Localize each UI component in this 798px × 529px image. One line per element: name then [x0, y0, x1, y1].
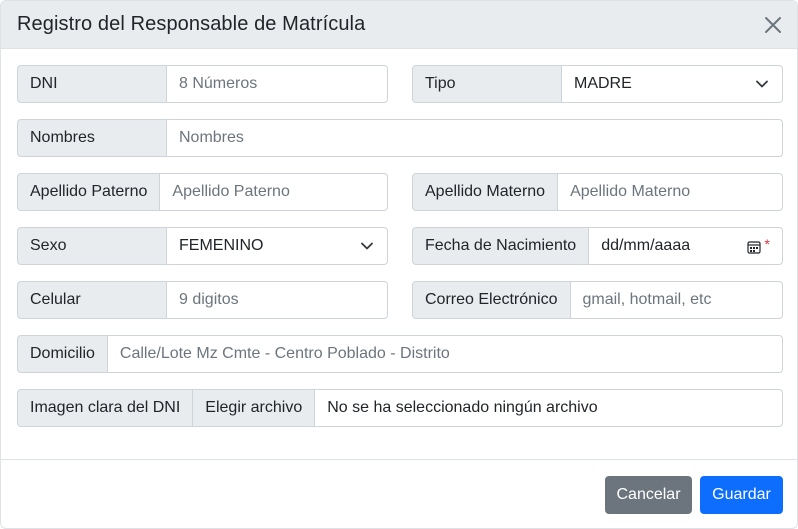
fecha-nacimiento-label: Fecha de Nacimiento [412, 227, 590, 265]
dni-placeholder: 8 Números [179, 75, 258, 92]
sexo-select[interactable]: FEMENINO [167, 227, 388, 265]
celular-group: Celular 9 digitos [17, 281, 388, 319]
calendar-icon[interactable] [747, 240, 761, 254]
tipo-group: Tipo MADRE [412, 65, 783, 103]
fecha-nacimiento-input[interactable]: dd/mm/aaaa * [589, 227, 783, 265]
correo-label: Correo Electrónico [412, 281, 571, 319]
apellido-materno-label: Apellido Materno [412, 173, 559, 211]
correo-placeholder: gmail, hotmail, etc [582, 291, 712, 308]
domicilio-label: Domicilio [17, 335, 108, 373]
modal-header: Registro del Responsable de Matrícula [1, 1, 797, 49]
save-button[interactable]: Guardar [700, 476, 783, 514]
apellido-materno-group: Apellido Materno Apellido Materno [412, 173, 783, 211]
imagen-dni-group: Imagen clara del DNI Elegir archivo No s… [17, 389, 783, 427]
footer-divider [1, 459, 797, 460]
dni-group: DNI 8 Números [17, 65, 388, 103]
chevron-down-icon [756, 80, 768, 88]
apellido-paterno-placeholder: Apellido Paterno [172, 183, 290, 200]
sexo-value: FEMENINO [179, 237, 264, 254]
tipo-label: Tipo [412, 65, 562, 103]
celular-label: Celular [17, 281, 167, 319]
tipo-select[interactable]: MADRE [562, 65, 783, 103]
dni-input[interactable]: 8 Números [167, 65, 388, 103]
modal-title: Registro del Responsable de Matrícula [17, 13, 366, 35]
apellido-materno-placeholder: Apellido Materno [570, 183, 691, 200]
imagen-dni-label: Imagen clara del DNI [17, 389, 194, 427]
cancel-button[interactable]: Cancelar [605, 476, 692, 514]
apellido-paterno-input[interactable]: Apellido Paterno [160, 173, 388, 211]
close-icon[interactable] [763, 15, 783, 35]
domicilio-group: Domicilio Calle/Lote Mz Cmte - Centro Po… [17, 335, 783, 373]
nombres-group: Nombres Nombres [17, 119, 783, 157]
chevron-down-icon [361, 242, 373, 250]
sexo-label: Sexo [17, 227, 167, 265]
correo-input[interactable]: gmail, hotmail, etc [570, 281, 783, 319]
apellido-paterno-label: Apellido Paterno [17, 173, 161, 211]
file-status[interactable]: No se ha seleccionado ningún archivo [315, 389, 783, 427]
apellido-materno-input[interactable]: Apellido Materno [558, 173, 783, 211]
required-mark: * [764, 236, 770, 252]
dni-label: DNI [17, 65, 167, 103]
sexo-group: Sexo FEMENINO [17, 227, 388, 265]
apellido-paterno-group: Apellido Paterno Apellido Paterno [17, 173, 388, 211]
domicilio-input[interactable]: Calle/Lote Mz Cmte - Centro Poblado - Di… [107, 335, 783, 373]
nombres-label: Nombres [17, 119, 167, 157]
domicilio-placeholder: Calle/Lote Mz Cmte - Centro Poblado - Di… [119, 345, 450, 362]
tipo-value: MADRE [574, 75, 632, 92]
fecha-nacimiento-group: Fecha de Nacimiento dd/mm/aaaa * [412, 227, 783, 265]
nombres-placeholder: Nombres [179, 129, 244, 146]
celular-input[interactable]: 9 digitos [167, 281, 388, 319]
correo-group: Correo Electrónico gmail, hotmail, etc [412, 281, 783, 319]
file-status-text: No se ha seleccionado ningún archivo [327, 399, 598, 416]
modal-dialog: Registro del Responsable de Matrícula DN… [0, 0, 798, 529]
fecha-nacimiento-value: dd/mm/aaaa [601, 237, 691, 254]
choose-file-button[interactable]: Elegir archivo [193, 389, 316, 427]
nombres-input[interactable]: Nombres [167, 119, 783, 157]
celular-placeholder: 9 digitos [179, 291, 239, 308]
